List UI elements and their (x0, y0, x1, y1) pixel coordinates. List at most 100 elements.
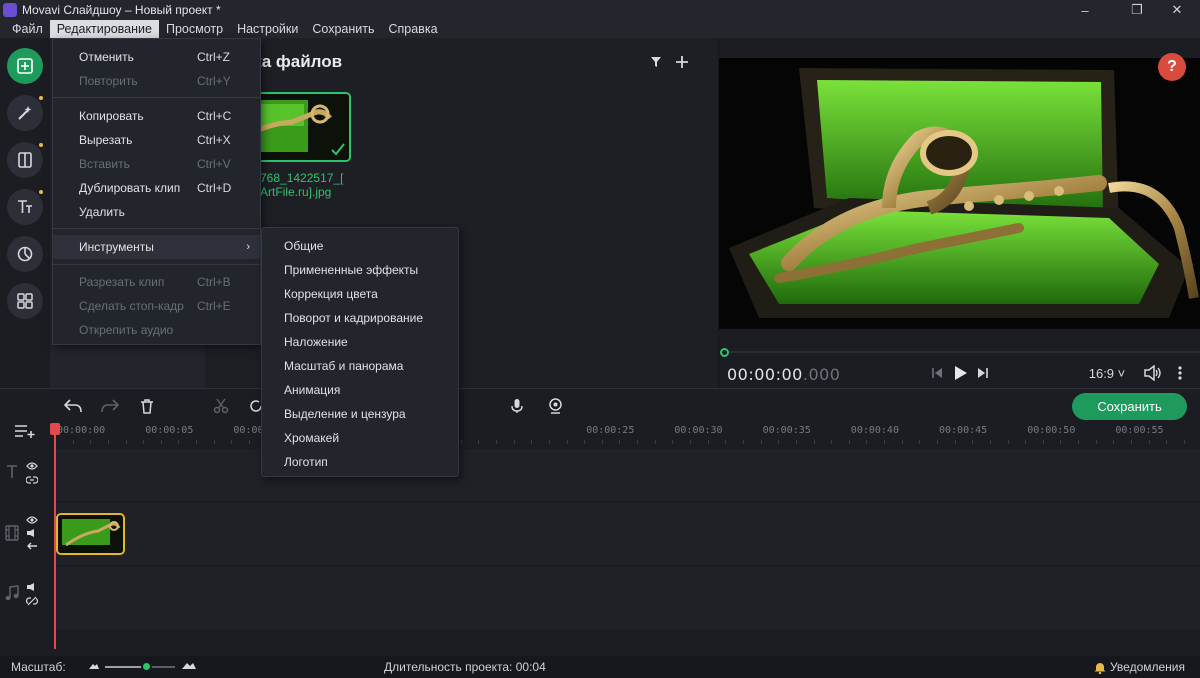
export-save-button[interactable]: Сохранить (1072, 393, 1187, 420)
volume-icon (1144, 365, 1161, 381)
submenu-item-pan-zoom[interactable]: Масштаб и панорама (284, 354, 403, 378)
menu-item-redo[interactable]: Повторить Ctrl+Y (53, 69, 260, 93)
menu-item-label: Разрезать клип (79, 275, 165, 289)
menu-view[interactable]: Просмотр (159, 20, 230, 38)
aspect-ratio-select[interactable]: 16:9 ˅ (1085, 364, 1129, 382)
zoom-slider[interactable] (105, 661, 175, 672)
left-toolbar (0, 38, 50, 388)
scrubber-handle[interactable] (720, 348, 729, 357)
title-bar: Movavi Слайдшоу – Новый проект * – ❐ ✕ (0, 0, 1200, 20)
submenu-item-applied-effects[interactable]: Примененные эффекты (284, 258, 418, 282)
timeline-ruler[interactable]: 00:00:00 00:00:05 00:00 00:00:25 00:00:30 00:… (55, 425, 1200, 447)
speaker-icon[interactable] (26, 528, 38, 538)
import-tool-button[interactable] (7, 48, 43, 84)
filter-icon[interactable] (650, 56, 662, 68)
menu-edit[interactable]: Редактирование (49, 20, 159, 38)
ruler-minor-tick (1113, 440, 1115, 444)
menu-item-freeze-frame[interactable]: Сделать стоп-кадр Ctrl+E (53, 294, 260, 318)
undo-button[interactable] (62, 395, 84, 417)
delete-button[interactable] (136, 395, 158, 417)
ruler-minor-tick (619, 440, 621, 444)
detach-arrow-icon[interactable] (26, 541, 38, 551)
menu-item-duplicate-clip[interactable]: Дублировать клип Ctrl+D (53, 176, 260, 200)
menu-item-undo[interactable]: Отменить Ctrl+Z (53, 45, 260, 69)
more-tools-button[interactable] (7, 283, 43, 319)
playhead[interactable] (50, 423, 60, 649)
menu-item-shortcut: Ctrl+B (197, 275, 231, 289)
submenu-item-overlay[interactable]: Наложение (284, 330, 348, 354)
next-frame-button[interactable] (975, 364, 991, 382)
eye-icon[interactable] (26, 516, 38, 524)
add-track-button[interactable] (14, 423, 36, 444)
submenu-item-highlight-censor[interactable]: Выделение и цензура (284, 402, 406, 426)
menu-help[interactable]: Справка (381, 20, 444, 38)
submenu-item-animation[interactable]: Анимация (284, 378, 340, 402)
import-icon (17, 58, 33, 74)
more-tools-grid-icon (17, 293, 33, 309)
notifications-button[interactable]: Уведомления (1094, 660, 1185, 674)
split-button[interactable] (210, 395, 232, 417)
menu-separator (53, 228, 260, 229)
zoom-out-icon[interactable] (88, 662, 100, 670)
audio-track (0, 567, 1200, 629)
record-voice-button[interactable] (506, 395, 528, 417)
preview-scrubber[interactable] (719, 348, 1200, 357)
timeline-clip[interactable] (56, 513, 125, 555)
duration-label: Длительность проекта: (384, 660, 513, 674)
submenu-item-color-correction[interactable]: Коррекция цвета (284, 282, 378, 306)
unlink-icon[interactable] (26, 596, 38, 606)
menu-item-paste[interactable]: Вставить Ctrl+V (53, 152, 260, 176)
ruler-minor-tick (725, 440, 727, 444)
more-options-button[interactable] (1173, 364, 1187, 382)
close-button[interactable]: ✕ (1154, 0, 1200, 20)
link-icon[interactable] (26, 475, 38, 485)
webcam-button[interactable] (544, 395, 566, 417)
audio-track-lane[interactable] (55, 567, 1200, 629)
menu-item-shortcut: Ctrl+D (197, 181, 232, 195)
submenu-item-logo[interactable]: Логотип (284, 450, 328, 474)
eye-icon[interactable] (26, 462, 38, 470)
ruler-minor-tick (584, 440, 586, 444)
submenu-item-chroma-key[interactable]: Хромакей (284, 426, 339, 450)
minimize-button[interactable]: – (1062, 0, 1108, 20)
menu-item-label: Вставить (79, 157, 130, 171)
submenu-item-general[interactable]: Общие (284, 234, 323, 258)
submenu-item-rotate-crop[interactable]: Поворот и кадрирование (284, 306, 423, 330)
redo-button[interactable] (99, 395, 121, 417)
menu-save[interactable]: Сохранить (305, 20, 381, 38)
playhead-handle[interactable] (50, 423, 60, 435)
ruler-minor-tick (901, 440, 903, 444)
menu-item-split-clip[interactable]: Разрезать клип Ctrl+B (53, 270, 260, 294)
menu-item-tools[interactable]: Инструменты › (53, 235, 260, 259)
menu-item-cut[interactable]: Вырезать Ctrl+X (53, 128, 260, 152)
ruler-minor-tick (654, 440, 656, 444)
title-track-lane[interactable] (55, 449, 1200, 501)
ruler-minor-tick (1007, 440, 1009, 444)
menu-settings[interactable]: Настройки (230, 20, 305, 38)
video-track-controls (0, 503, 53, 565)
menu-item-detach-audio[interactable]: Открепить аудио (53, 318, 260, 342)
menu-item-copy[interactable]: Копировать Ctrl+C (53, 104, 260, 128)
help-button[interactable]: ? (1158, 53, 1186, 81)
play-button[interactable] (952, 364, 970, 382)
filters-tool-button[interactable] (7, 95, 43, 131)
speaker-icon[interactable] (26, 582, 38, 592)
video-track-lane[interactable] (55, 503, 1200, 565)
volume-button[interactable] (1143, 364, 1163, 382)
zoom-slider-handle[interactable] (141, 661, 152, 672)
zoom-in-icon[interactable] (181, 661, 197, 670)
previous-frame-button[interactable] (929, 364, 945, 382)
ruler-minor-tick (601, 440, 603, 444)
menu-item-delete[interactable]: Удалить (53, 200, 260, 224)
stickers-tool-button[interactable] (7, 236, 43, 272)
ruler-minor-tick (125, 440, 127, 444)
add-files-icon[interactable] (675, 55, 689, 69)
magic-wand-icon (18, 106, 32, 120)
audio-track-controls (0, 567, 53, 629)
transitions-tool-button[interactable] (7, 142, 43, 178)
menu-file[interactable]: Файл (5, 20, 50, 38)
titles-tool-button[interactable] (7, 189, 43, 225)
notifications-label: Уведомления (1109, 660, 1185, 674)
menu-bar: Файл Редактирование Просмотр Настройки С… (0, 20, 1200, 38)
menu-item-label: Отменить (79, 50, 134, 64)
